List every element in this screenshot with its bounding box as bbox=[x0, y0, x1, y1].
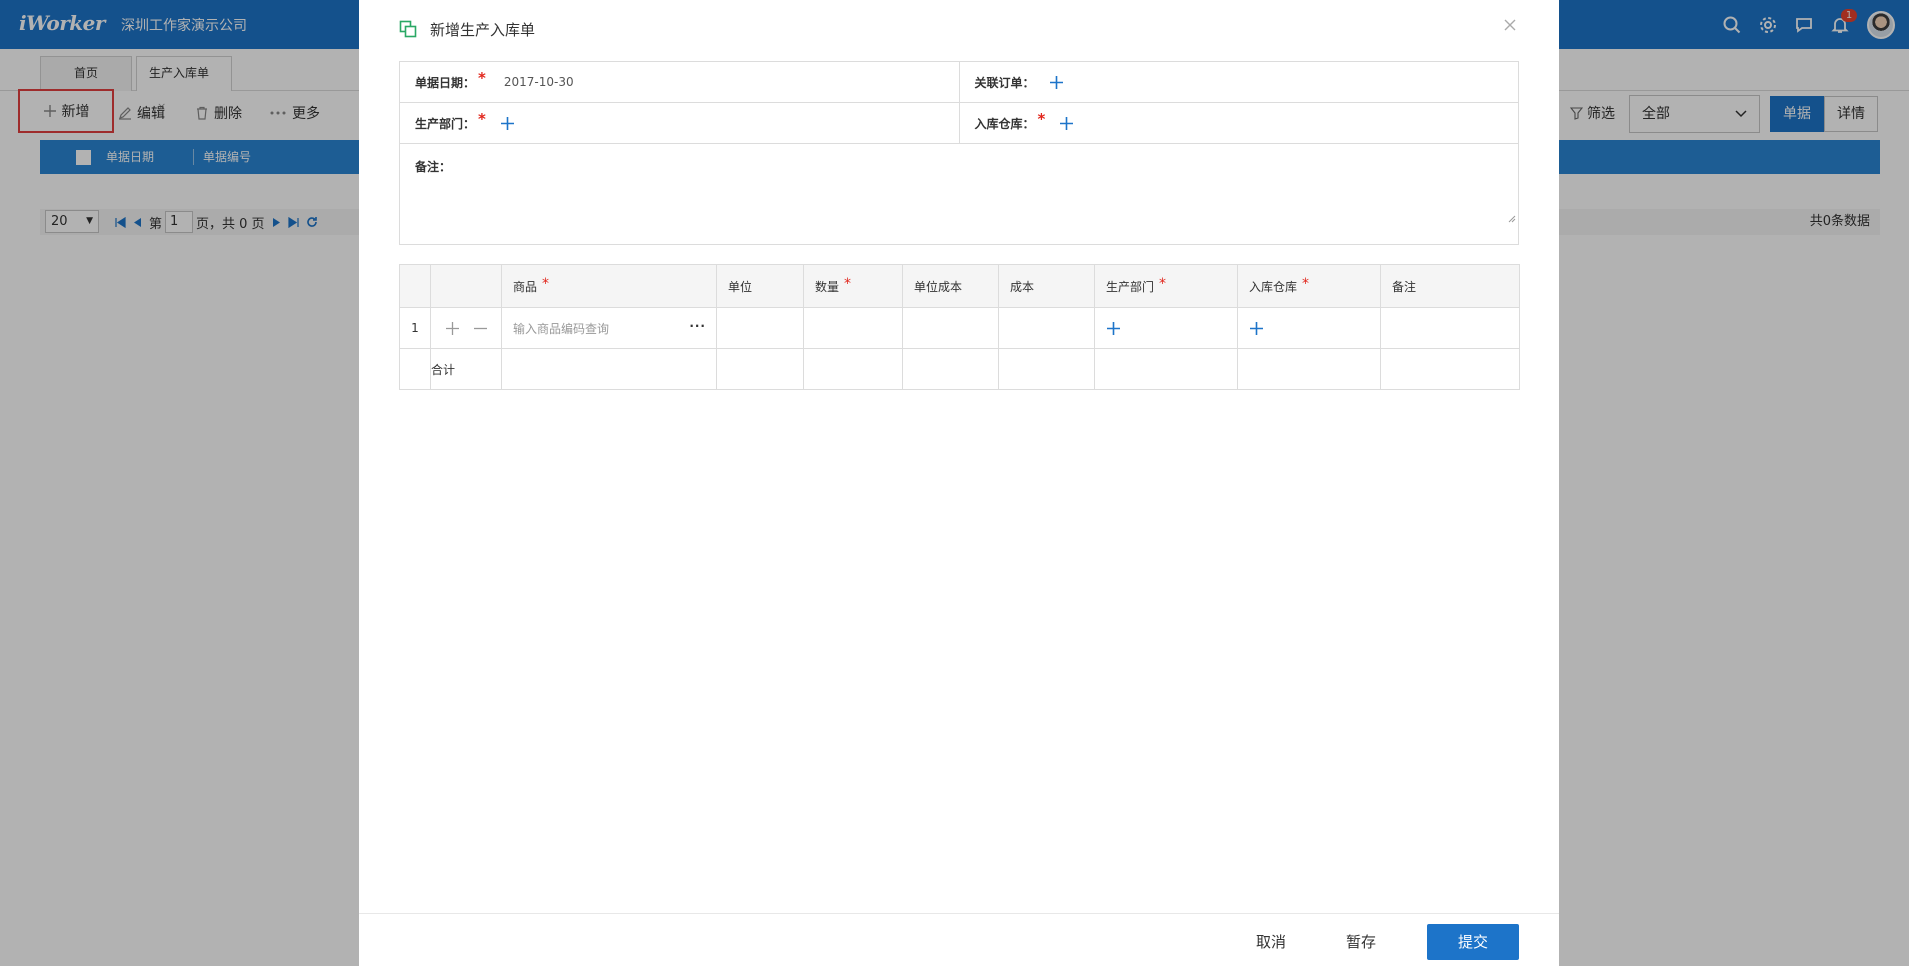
form-row: 备注： bbox=[400, 144, 1518, 244]
form-row: 单据日期： * 2017-10-30 关联订单： bbox=[400, 62, 1518, 103]
cost-cell[interactable] bbox=[998, 307, 1095, 349]
product-line-grid: 商品 * 单位 数量 * 单位成本 成本 生产部门 * 入库仓库 * 备注 1 bbox=[399, 264, 1520, 390]
total-label: 合计 bbox=[430, 348, 502, 390]
receipt-header-form: 单据日期： * 2017-10-30 关联订单： 生产部门： * 入库仓库： * bbox=[399, 61, 1519, 245]
grid-header-qty: 数量 * bbox=[803, 264, 903, 308]
required-mark: * bbox=[478, 69, 486, 87]
header-label: 商品 bbox=[513, 279, 538, 294]
total-row: 合计 bbox=[399, 348, 1520, 390]
total-department-cell bbox=[1094, 348, 1238, 390]
grid-header-warehouse: 入库仓库 * bbox=[1237, 264, 1381, 308]
product-input-cell[interactable]: 输入商品编码查询 ··· bbox=[501, 307, 717, 349]
unit-cell[interactable] bbox=[716, 307, 804, 349]
add-department-icon[interactable] bbox=[500, 116, 515, 131]
total-cost-cell bbox=[998, 348, 1095, 390]
remark-cell[interactable] bbox=[1380, 307, 1520, 349]
department-label: 生产部门： bbox=[415, 116, 476, 131]
total-product-cell bbox=[501, 348, 717, 390]
grid-header-index bbox=[399, 264, 431, 308]
add-department-icon[interactable] bbox=[1106, 321, 1121, 336]
remark-field: 备注： bbox=[400, 144, 1518, 244]
date-label: 单据日期： bbox=[415, 75, 476, 90]
grid-header-department: 生产部门 * bbox=[1094, 264, 1238, 308]
row-ops-cell bbox=[430, 307, 502, 349]
grid-header-product: 商品 * bbox=[501, 264, 717, 308]
related-order-label: 关联订单： bbox=[974, 75, 1035, 90]
department-field: 生产部门： * bbox=[400, 103, 959, 143]
grid-header-remark: 备注 bbox=[1380, 264, 1520, 308]
grid-header-cost: 成本 bbox=[998, 264, 1095, 308]
grid-header-unit-cost: 单位成本 bbox=[902, 264, 999, 308]
required-mark: * bbox=[844, 275, 852, 292]
department-cell bbox=[1094, 307, 1238, 349]
remove-row-icon[interactable] bbox=[473, 321, 488, 336]
required-mark: * bbox=[478, 110, 486, 128]
grid-header-ops bbox=[430, 264, 502, 308]
row-number: 1 bbox=[399, 307, 431, 349]
add-warehouse-icon[interactable] bbox=[1249, 321, 1264, 336]
submit-button[interactable]: 提交 bbox=[1427, 924, 1519, 960]
dialog-footer: 取消 暂存 提交 bbox=[359, 913, 1559, 966]
required-mark: * bbox=[542, 275, 550, 292]
total-index-cell bbox=[399, 348, 431, 390]
cancel-button[interactable]: 取消 bbox=[1241, 924, 1301, 960]
close-icon[interactable] bbox=[1501, 16, 1519, 34]
save-draft-button[interactable]: 暂存 bbox=[1331, 924, 1391, 960]
resize-handle-icon[interactable] bbox=[1508, 215, 1516, 223]
warehouse-label: 入库仓库： bbox=[974, 116, 1035, 131]
table-row: 1 输入商品编码查询 ··· bbox=[399, 307, 1520, 349]
total-unit-cell bbox=[716, 348, 804, 390]
remark-label: 备注： bbox=[415, 160, 452, 174]
unit-cost-cell[interactable] bbox=[902, 307, 999, 349]
warehouse-cell bbox=[1237, 307, 1381, 349]
grid-header-unit: 单位 bbox=[716, 264, 804, 308]
total-unit-cost-cell bbox=[902, 348, 999, 390]
product-lookup-button[interactable]: ··· bbox=[689, 320, 706, 332]
header-label: 生产部门 bbox=[1106, 279, 1155, 294]
row-ops bbox=[442, 321, 490, 336]
add-related-order-icon[interactable] bbox=[1049, 75, 1064, 90]
date-field: 单据日期： * 2017-10-30 bbox=[400, 62, 959, 102]
add-row-icon[interactable] bbox=[445, 321, 460, 336]
total-remark-cell bbox=[1380, 348, 1520, 390]
qty-cell[interactable] bbox=[803, 307, 903, 349]
document-copy-icon bbox=[399, 20, 417, 38]
date-input[interactable]: 2017-10-30 bbox=[504, 75, 574, 89]
header-label: 入库仓库 bbox=[1249, 279, 1298, 294]
add-warehouse-icon[interactable] bbox=[1059, 116, 1074, 131]
header-label: 数量 bbox=[815, 279, 840, 294]
dialog-title-text: 新增生产入库单 bbox=[430, 20, 536, 39]
form-row: 生产部门： * 入库仓库： * bbox=[400, 103, 1518, 144]
dialog-title: 新增生产入库单 bbox=[399, 17, 535, 41]
total-qty-cell bbox=[803, 348, 903, 390]
grid-header-row: 商品 * 单位 数量 * 单位成本 成本 生产部门 * 入库仓库 * 备注 bbox=[399, 264, 1520, 308]
new-production-receipt-dialog: 新增生产入库单 单据日期： * 2017-10-30 关联订单： 生产部门： *… bbox=[359, 0, 1559, 966]
warehouse-field: 入库仓库： * bbox=[958, 103, 1519, 143]
required-mark: * bbox=[1037, 110, 1046, 128]
required-mark: * bbox=[1302, 275, 1310, 292]
total-warehouse-cell bbox=[1237, 348, 1381, 390]
required-mark: * bbox=[1159, 275, 1167, 292]
product-input-placeholder: 输入商品编码查询 bbox=[513, 321, 610, 336]
related-order-field: 关联订单： bbox=[958, 62, 1519, 102]
remark-textarea[interactable] bbox=[460, 154, 1516, 224]
